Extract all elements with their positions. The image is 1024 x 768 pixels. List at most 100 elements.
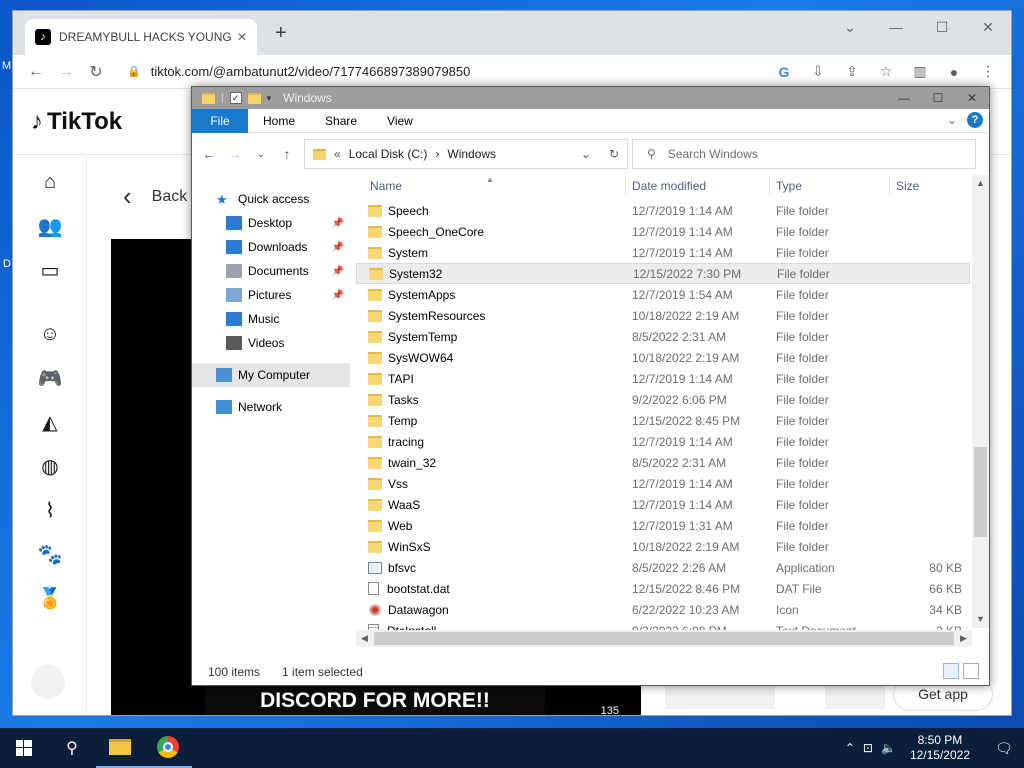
side-panel-icon[interactable]: ▥ [905,58,935,86]
forward-arrow-icon[interactable]: → [224,146,246,162]
back-arrow-icon[interactable]: ← [198,146,220,162]
file-row[interactable]: SysWOW64 10/18/2022 2:19 AM File folder [356,347,970,368]
home-icon[interactable]: ⌂ [35,167,65,197]
following-icon[interactable]: 👥 [35,211,65,241]
file-explorer-icon[interactable] [96,728,144,768]
share-icon[interactable]: ⇪ [837,58,867,86]
volume-icon[interactable]: 🔈 [881,741,896,755]
file-row[interactable]: WaaS 12/7/2019 1:14 AM File folder [356,494,970,515]
column-header-date[interactable]: Date modified [626,175,770,197]
new-tab-icon[interactable]: + [275,23,287,43]
help-icon[interactable]: ? [967,112,983,128]
refresh-icon[interactable]: ↻ [609,147,619,161]
scroll-thumb[interactable] [974,447,987,537]
gaming-icon[interactable]: 🎮 [35,363,65,393]
maximize-icon[interactable]: ☐ [921,87,955,109]
file-row[interactable]: twain_32 8/5/2022 2:31 AM File folder [356,452,970,473]
scroll-left-icon[interactable]: ◀ [356,630,373,647]
nav-item-pictures[interactable]: Pictures 📌 [192,283,350,307]
scroll-thumb[interactable] [374,632,954,645]
breadcrumb-windows[interactable]: Windows [447,147,496,161]
avatar[interactable] [31,665,65,699]
reload-icon[interactable]: ↻ [81,58,111,86]
sports-icon[interactable]: 🏅 [35,583,65,613]
nav-item-videos[interactable]: Videos [192,331,350,355]
menu-kebab-icon[interactable]: ⋮ [973,58,1003,86]
file-row[interactable]: bfsvc 8/5/2022 2:26 AM Application 80 KB [356,557,970,578]
nav-item-music[interactable]: Music [192,307,350,331]
file-row[interactable]: Speech_OneCore 12/7/2019 1:14 AM File fold… [356,221,970,242]
nav-item-downloads[interactable]: Downloads 📌 [192,235,350,259]
file-row[interactable]: SystemApps 12/7/2019 1:54 AM File folder [356,284,970,305]
nav-item-quick-access[interactable]: ★ Quick access [192,187,350,211]
start-button[interactable] [0,728,48,768]
breadcrumb-local-disk[interactable]: Local Disk (C:) [349,147,428,161]
ribbon-tab-share[interactable]: Share [310,114,372,128]
file-row[interactable]: Speech 12/7/2019 1:14 AM File folder [356,200,970,221]
up-arrow-icon[interactable]: ↑ [276,146,298,162]
file-row[interactable]: System32 12/15/2022 7:30 PM File folder [356,263,970,284]
column-header-size[interactable]: Size [890,175,970,197]
animals-icon[interactable]: 🐾 [35,539,65,569]
search-input[interactable]: ⚲ Search Windows [632,139,976,169]
large-icons-view-icon[interactable] [963,663,979,679]
tab-close-icon[interactable]: ✕ [237,30,247,44]
file-row[interactable]: Temp 12/15/2022 8:45 PM File folder [356,410,970,431]
minimize-icon[interactable]: — [873,11,919,43]
file-row[interactable]: Datawagon 6/22/2022 10:23 AM Icon 34 KB [356,599,970,620]
horizontal-scrollbar[interactable]: ◀ ▶ [356,630,972,647]
tab-search-chevron-down-icon[interactable]: ⌄ [827,11,873,43]
travel-icon[interactable]: ◍ [35,451,65,481]
expand-ribbon-chevron-icon[interactable]: ⌄ [947,113,957,127]
ribbon-tab-home[interactable]: Home [248,114,310,128]
address-history-chevron-icon[interactable]: ⌄ [581,147,591,161]
close-icon[interactable]: ✕ [955,87,989,109]
details-view-icon[interactable] [943,663,959,679]
nav-item-documents[interactable]: Documents 📌 [192,259,350,283]
nav-item-network[interactable]: Network [192,395,350,419]
customize-quick-access-icon[interactable]: ▾ [267,93,272,104]
chrome-icon[interactable] [144,728,192,768]
back-link[interactable]: ‹ Back [123,181,187,212]
file-row[interactable]: SystemTemp 8/5/2022 2:31 AM File folder [356,326,970,347]
properties-icon[interactable]: ✓ [229,92,242,104]
address-bar[interactable]: « Local Disk (C:) › Windows ⌄ ↻ [304,139,628,169]
file-row[interactable]: WinSxS 10/18/2022 2:19 AM File folder [356,536,970,557]
breadcrumb-overflow[interactable]: « [334,147,341,161]
vertical-scrollbar[interactable]: ▲ ▼ [972,175,989,628]
network-icon[interactable]: ⊡ [863,741,873,755]
scroll-up-icon[interactable]: ▲ [972,175,989,192]
clock[interactable]: 8:50 PM 12/15/2022 [910,733,970,763]
ribbon-file-tab[interactable]: File [192,108,248,133]
file-row[interactable]: System 12/7/2019 1:14 AM File folder [356,242,970,263]
forward-arrow-icon[interactable]: → [51,58,81,86]
close-icon[interactable]: ✕ [965,11,1011,43]
scroll-right-icon[interactable]: ▶ [955,630,972,647]
file-row[interactable]: bootstat.dat 12/15/2022 8:46 PM DAT File 66… [356,578,970,599]
file-row[interactable]: Vss 12/7/2019 1:14 AM File folder [356,473,970,494]
new-folder-icon[interactable] [247,92,261,104]
live-icon[interactable]: ▭ [35,255,65,285]
minimize-icon[interactable]: — [887,87,921,109]
back-arrow-icon[interactable]: ← [21,58,51,86]
beauty-icon[interactable]: ⌇ [35,495,65,525]
address-bar[interactable]: 🔒 tiktok.com/@ambatunut2/video/717746689… [119,58,769,86]
install-app-icon[interactable]: ⇩ [803,58,833,86]
profile-avatar-icon[interactable]: ● [939,58,969,86]
notifications-icon[interactable]: 🗨 [984,740,1024,757]
bookmark-star-icon[interactable]: ☆ [871,58,901,86]
column-header-name[interactable]: ▲ Name [356,175,626,197]
file-row[interactable]: Tasks 9/2/2022 6:06 PM File folder [356,389,970,410]
food-icon[interactable]: ◭ [35,407,65,437]
show-hidden-icons-chevron-icon[interactable]: ⌃ [845,741,855,755]
recent-locations-chevron-icon[interactable]: ⌄ [250,149,272,160]
file-row[interactable]: tracing 12/7/2019 1:14 AM File folder [356,431,970,452]
google-icon[interactable]: G [769,58,799,86]
file-row[interactable]: Web 12/7/2019 1:31 AM File folder [356,515,970,536]
file-row[interactable]: TAPI 12/7/2019 1:14 AM File folder [356,368,970,389]
column-header-type[interactable]: Type [770,175,890,197]
nav-item-my-computer[interactable]: My Computer [192,363,350,387]
browser-tab[interactable]: ♪ DREAMYBULL HACKS YOUNG TH ✕ [25,19,257,55]
scroll-down-icon[interactable]: ▼ [972,611,989,628]
file-row[interactable]: SystemResources 10/18/2022 2:19 AM File fo… [356,305,970,326]
